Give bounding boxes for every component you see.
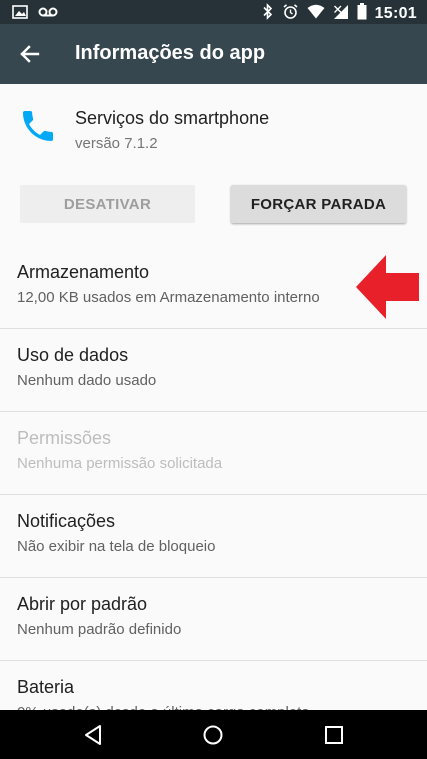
alarm-icon <box>282 3 299 25</box>
force-stop-button[interactable]: FORÇAR PARADA <box>231 185 406 223</box>
navigation-bar <box>0 710 427 759</box>
settings-item-data-usage[interactable]: Uso de dados Nenhum dado usado <box>0 329 427 412</box>
nav-recent-icon[interactable] <box>323 724 345 746</box>
nav-back-icon[interactable] <box>82 724 104 746</box>
item-title: Uso de dados <box>17 345 129 365</box>
disable-button[interactable]: DESATIVAR <box>20 185 195 223</box>
item-subtitle: Nenhum dado usado <box>17 372 157 389</box>
item-title: Abrir por padrão <box>17 594 148 614</box>
wifi-icon <box>307 4 325 24</box>
red-arrow-icon <box>356 254 420 320</box>
item-subtitle: 12,00 KB usados em Armazenamento interno <box>17 289 320 306</box>
phone-icon <box>18 106 58 146</box>
battery-icon <box>357 3 367 25</box>
nav-home-icon[interactable] <box>202 724 224 746</box>
bluetooth-icon <box>262 3 274 25</box>
item-title: Bateria <box>17 677 75 697</box>
item-title: Notificações <box>17 511 116 531</box>
app-name: Serviços do smartphone <box>75 108 270 128</box>
item-subtitle: Não exibir na tela de bloqueio <box>17 538 216 555</box>
app-bar: Informações do app <box>0 24 427 84</box>
page-title: Informações do app <box>75 42 266 64</box>
image-icon <box>12 4 28 25</box>
back-arrow-icon <box>20 45 40 63</box>
status-bar: 15:01 <box>0 0 427 24</box>
settings-item-notifications[interactable]: Notificações Não exibir na tela de bloqu… <box>0 495 427 578</box>
signal-icon <box>333 4 349 25</box>
item-subtitle: Nenhum padrão definido <box>17 621 182 638</box>
status-left-icons <box>12 4 58 25</box>
settings-item-open-by-default[interactable]: Abrir por padrão Nenhum padrão definido <box>0 578 427 661</box>
status-time: 15:01 <box>374 5 417 22</box>
settings-item-permissions: Permissões Nenhuma permissão solicitada <box>0 412 427 495</box>
back-button[interactable] <box>16 40 44 68</box>
voicemail-icon <box>38 5 58 24</box>
item-title: Armazenamento <box>17 262 150 282</box>
item-subtitle: Nenhuma permissão solicitada <box>17 455 223 472</box>
app-info-header: Serviços do smartphone versão 7.1.2 <box>0 84 427 164</box>
item-title: Permissões <box>17 428 112 448</box>
app-version: versão 7.1.2 <box>75 135 158 152</box>
status-right-icons: 15:01 <box>262 3 417 25</box>
